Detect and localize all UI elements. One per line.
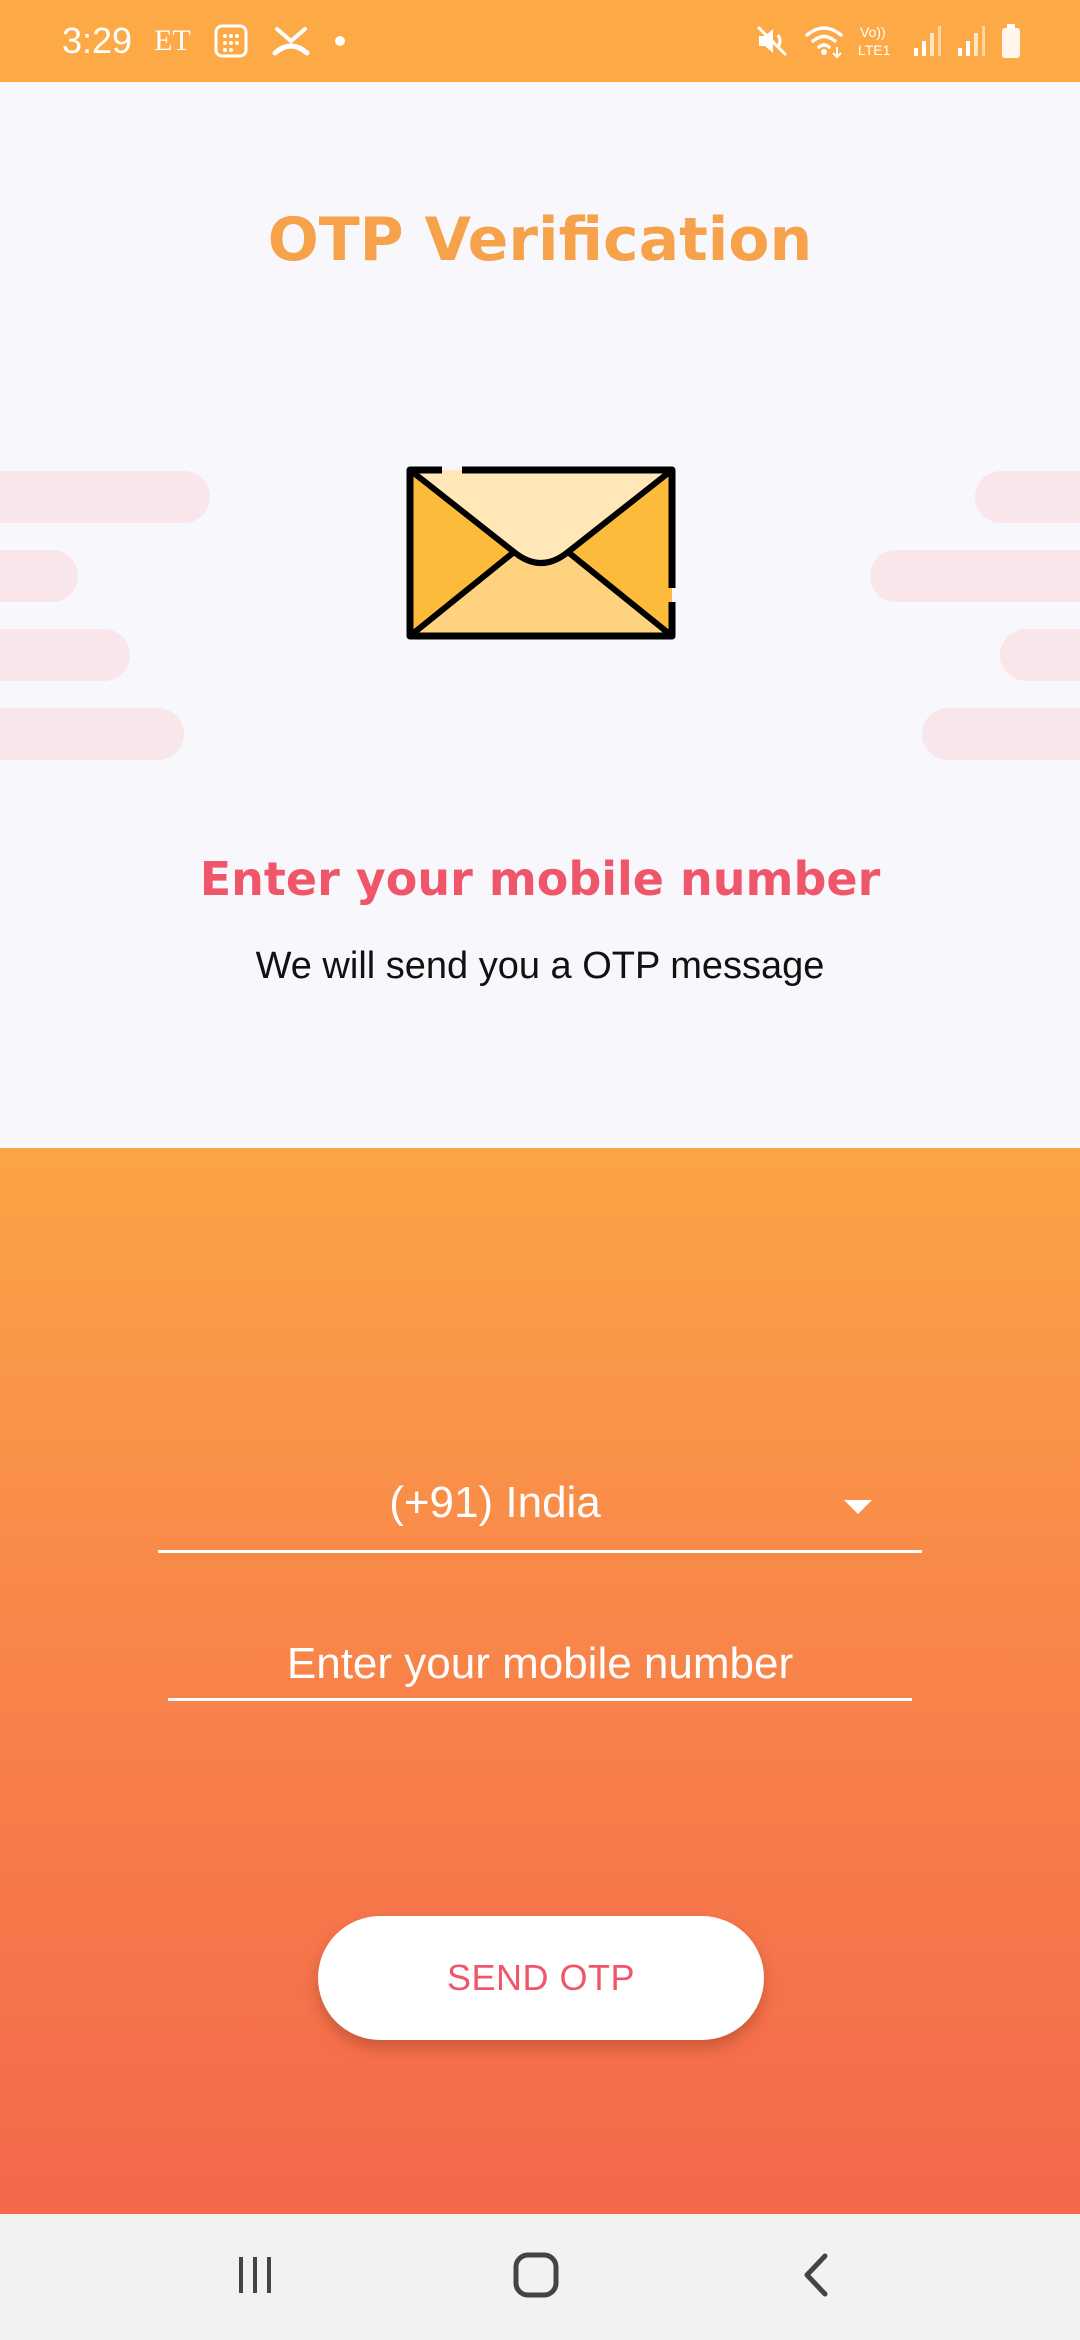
home-icon [513, 2252, 559, 2303]
otp-verification-screen: 3:29 ET Vo)) LTE1 OTP Verification Enter… [0, 0, 1080, 2340]
decorative-bar [922, 708, 1080, 760]
recent-apps-icon [235, 2255, 275, 2300]
recent-apps-button[interactable] [155, 2214, 355, 2340]
system-nav-bar [0, 2214, 1080, 2340]
chevron-down-icon [844, 1500, 872, 1514]
status-time: 3:29 [62, 20, 133, 61]
home-button[interactable] [436, 2214, 636, 2340]
status-left: 3:29 ET [62, 18, 347, 64]
decorative-bar [0, 629, 130, 681]
mobile-number-input[interactable] [168, 1630, 912, 1701]
signal-icon [956, 24, 986, 58]
prompt-heading: Enter your mobile number [199, 852, 881, 906]
country-code-dropdown[interactable]: (+91) India [158, 1470, 922, 1553]
decorative-bar [870, 550, 1080, 602]
decorative-bar [0, 708, 184, 760]
carrier-badge: ET [154, 24, 191, 57]
decorative-bar [975, 471, 1080, 523]
missed-call-icon [271, 23, 311, 59]
country-code-value: (+91) India [389, 1478, 601, 1527]
envelope-icon [406, 466, 676, 640]
mute-icon [754, 23, 790, 59]
decorative-bar [0, 550, 78, 602]
svg-text:Vo)): Vo)) [860, 24, 886, 40]
calendar-icon [213, 23, 249, 59]
back-button[interactable] [716, 2214, 916, 2340]
prompt-subheading: We will send you a OTP message [255, 945, 825, 987]
battery-icon [1000, 23, 1022, 59]
decorative-bar [0, 471, 210, 523]
status-bar: 3:29 ET Vo)) LTE1 [0, 0, 1080, 82]
wifi-icon [804, 23, 844, 59]
send-otp-button[interactable]: SEND OTP [318, 1916, 764, 2040]
page-title: OTP Verification [267, 205, 813, 275]
status-right: Vo)) LTE1 [754, 18, 1022, 64]
svg-text:LTE1: LTE1 [858, 42, 891, 58]
lte-indicator: Vo)) LTE1 [858, 21, 898, 61]
signal-icon [912, 24, 942, 58]
decorative-bar [1000, 629, 1080, 681]
back-icon [801, 2252, 831, 2303]
dot-icon [333, 34, 347, 48]
